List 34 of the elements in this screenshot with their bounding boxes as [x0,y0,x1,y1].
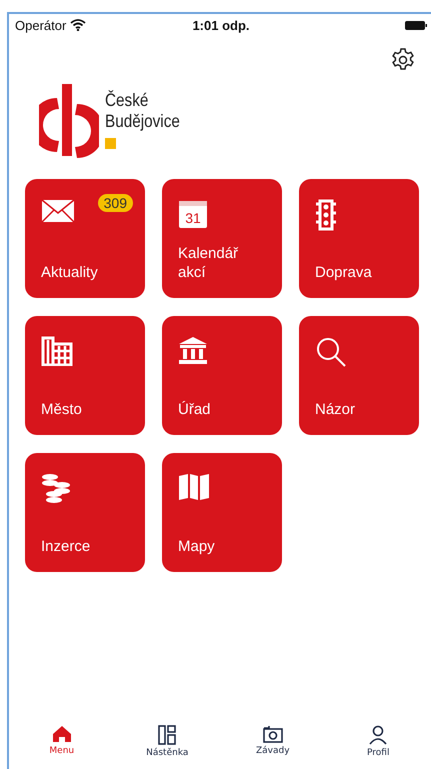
menu-tile[interactable]: 309 Aktuality [25,179,145,298]
traffic-light-icon [315,199,337,231]
menu-tile[interactable]: Město [25,316,145,435]
menu-tile[interactable]: Mapy [162,453,282,572]
settings-icon[interactable] [391,48,415,72]
logo-square [105,138,116,149]
logo-text: Budějovice [105,111,180,132]
menu-tile[interactable]: Inzerce [25,453,145,572]
coins-icon [41,473,73,503]
count-badge: 309 [98,194,133,212]
logo-icon [39,82,99,160]
tab-bar-item[interactable]: Závady [220,725,326,769]
tab-bar-item[interactable]: Nástěnka [114,725,220,769]
menu-tile[interactable]: Názor [299,316,419,435]
dashboard-icon [158,725,176,745]
tab-bar-item[interactable]: Profil [326,725,431,769]
menu-tile[interactable]: 31 Kalendář akcí [162,179,282,298]
battery-icon [404,20,427,30]
envelope-icon [41,199,75,223]
home-icon [52,725,72,743]
carrier-label: Operátor [15,18,66,32]
logo-text: České [105,90,150,111]
search-icon [315,336,347,368]
tab-bar-item[interactable]: Menu [9,725,114,769]
bank-icon [178,336,208,364]
clock-label: 1:01 odp. [191,18,251,32]
camera-icon [262,725,283,743]
wifi-icon [70,19,86,31]
calendar-icon: 31 [178,199,208,229]
menu-tile[interactable]: Doprava [299,179,419,298]
menu-tile[interactable]: Úřad [162,316,282,435]
building-icon [41,336,73,366]
map-icon [178,473,210,501]
person-icon [368,725,388,745]
